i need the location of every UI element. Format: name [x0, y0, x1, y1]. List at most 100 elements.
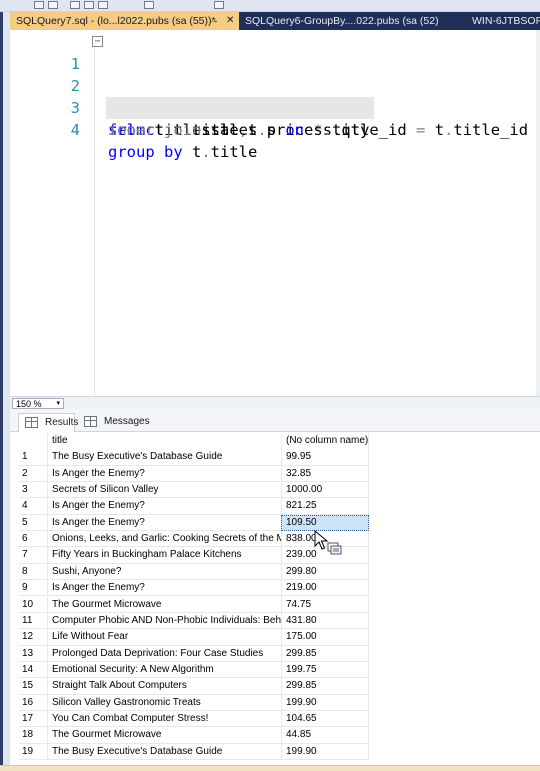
cell-value[interactable]: 1000.00: [281, 482, 369, 499]
cell-title[interactable]: Is Anger the Enemy?: [47, 514, 281, 531]
cell-value[interactable]: 199.90: [281, 694, 369, 711]
cell-title[interactable]: The Busy Executive's Database Guide: [47, 449, 281, 466]
cell-title[interactable]: Prolonged Data Deprivation: Four Case St…: [47, 645, 281, 662]
cell-title[interactable]: Fifty Years in Buckingham Palace Kitchen…: [47, 547, 281, 564]
table-row[interactable]: 14 Emotional Security: A New Algorithm 199…: [19, 661, 369, 679]
table-row[interactable]: 13 Prolonged Data Deprivation: Four Case …: [19, 645, 369, 662]
table-row[interactable]: 8 Sushi, Anyone? 299.80: [19, 563, 369, 581]
cell-title[interactable]: Secrets of Silicon Valley: [47, 482, 281, 499]
code-line[interactable]: 3 inner join sales s on s.title_id = t.t…: [10, 75, 540, 139]
cell-title[interactable]: The Busy Executive's Database Guide: [47, 743, 281, 760]
table-row[interactable]: 17 You Can Combat Computer Stress! 104.65: [19, 710, 369, 728]
cell-title[interactable]: The Gourmet Microwave: [47, 727, 281, 744]
grid-header-row: title (No column name): [19, 433, 369, 450]
cell-title[interactable]: Life Without Fear: [47, 629, 281, 646]
cell-title[interactable]: You Can Combat Computer Stress!: [47, 710, 281, 727]
table-row[interactable]: 15 Straight Talk About Computers 299.85: [19, 678, 369, 695]
table-row[interactable]: 12 Life Without Fear 175.00: [19, 629, 369, 646]
row-number[interactable]: 11: [19, 613, 47, 629]
row-number[interactable]: 5: [19, 515, 47, 531]
tab-sqlquery7[interactable]: SQLQuery7.sql - (lo...l2022.pubs (sa (55…: [10, 12, 239, 30]
query-editor[interactable]: 1 − select t.title,t.price*s.qty 2 from …: [10, 30, 540, 396]
row-number[interactable]: 4: [19, 498, 47, 514]
code-line[interactable]: 1 − select t.title,t.price*s.qty: [10, 31, 540, 139]
cell-value[interactable]: 199.90: [281, 743, 369, 760]
tab-sqlquery6-groupby[interactable]: SQLQuery6-GroupBy....022.pubs (sa (52)): [239, 12, 439, 30]
cell-value[interactable]: 104.65: [281, 710, 369, 727]
cell-title[interactable]: Onions, Leeks, and Garlic: Cooking Secre…: [47, 531, 281, 548]
toolbar-button-icon[interactable]: [98, 1, 108, 9]
pin-icon[interactable]: →: [209, 12, 219, 30]
table-row[interactable]: 19 The Busy Executive's Database Guide 199…: [19, 743, 369, 760]
toolbar-button-icon[interactable]: [144, 1, 154, 9]
table-row[interactable]: 3 Secrets of Silicon Valley 1000.00: [19, 482, 369, 499]
table-row[interactable]: 4 Is Anger the Enemy? 821.25: [19, 498, 369, 515]
zoom-select[interactable]: 150 % ▾: [12, 398, 64, 409]
row-number[interactable]: 1: [19, 449, 47, 465]
row-number[interactable]: 16: [19, 695, 47, 711]
cell-title[interactable]: Computer Phobic AND Non-Phobic Individua…: [47, 612, 281, 629]
cell-title[interactable]: Is Anger the Enemy?: [47, 580, 281, 597]
cell-value[interactable]: 44.85: [281, 727, 369, 744]
cell-value[interactable]: 299.85: [281, 645, 369, 662]
chevron-down-icon[interactable]: ▾: [56, 399, 60, 409]
table-row[interactable]: 9 Is Anger the Enemy? 219.00: [19, 580, 369, 597]
cell-value[interactable]: 32.85: [281, 465, 369, 482]
toolbar-button-icon[interactable]: [214, 1, 224, 9]
cell-value[interactable]: 74.75: [281, 596, 369, 613]
cell-title[interactable]: Is Anger the Enemy?: [47, 465, 281, 482]
table-row[interactable]: 10 The Gourmet Microwave 74.75: [19, 596, 369, 613]
row-number[interactable]: 13: [19, 646, 47, 662]
table-row[interactable]: 5 Is Anger the Enemy? 109.50: [19, 514, 369, 532]
collapse-icon[interactable]: −: [92, 36, 103, 47]
table-row[interactable]: 1 The Busy Executive's Database Guide 99.9…: [19, 449, 369, 466]
code-line[interactable]: 2 from titles t: [10, 53, 540, 139]
row-number[interactable]: 12: [19, 629, 47, 645]
table-row[interactable]: 11 Computer Phobic AND Non-Phobic Individ…: [19, 612, 369, 630]
row-number[interactable]: 18: [19, 727, 47, 743]
code-line[interactable]: 4 group by t.title: [10, 97, 540, 161]
toolbar-button-icon[interactable]: [84, 1, 94, 9]
table-row[interactable]: 2 Is Anger the Enemy? 32.85: [19, 465, 369, 483]
row-number[interactable]: 15: [19, 678, 47, 694]
close-icon[interactable]: ✕: [226, 12, 234, 30]
cell-value[interactable]: 821.25: [281, 498, 369, 515]
cell-value[interactable]: 199.75: [281, 661, 369, 678]
cell-title[interactable]: Sushi, Anyone?: [47, 563, 281, 580]
cell-title[interactable]: The Gourmet Microwave: [47, 596, 281, 613]
row-number[interactable]: 7: [19, 547, 47, 563]
cell-value[interactable]: 99.95: [281, 449, 369, 466]
cell-title[interactable]: Is Anger the Enemy?: [47, 498, 281, 515]
line-number: 4: [70, 121, 80, 139]
column-header-value[interactable]: (No column name): [281, 433, 369, 449]
cell-value[interactable]: 431.80: [281, 612, 369, 629]
tab-server-name[interactable]: WIN-6JTBSOPD: [466, 12, 540, 30]
row-number[interactable]: 9: [19, 580, 47, 596]
tab-messages[interactable]: Messages: [78, 413, 154, 432]
row-number[interactable]: 8: [19, 564, 47, 580]
cell-title[interactable]: Emotional Security: A New Algorithm: [47, 661, 281, 678]
toolbar-button-icon[interactable]: [34, 1, 44, 9]
row-number[interactable]: 10: [19, 597, 47, 613]
cell-value[interactable]: 219.00: [281, 580, 369, 597]
cell-value-selected[interactable]: 109.50: [281, 514, 369, 531]
cell-title[interactable]: Straight Talk About Computers: [47, 678, 281, 695]
results-grid[interactable]: title (No column name) 1 The Busy Executi…: [19, 433, 369, 760]
table-row[interactable]: 18 The Gourmet Microwave 44.85: [19, 727, 369, 744]
row-number[interactable]: 19: [19, 744, 47, 760]
cell-value[interactable]: 299.85: [281, 678, 369, 695]
row-number[interactable]: 6: [19, 531, 47, 547]
cell-title[interactable]: Silicon Valley Gastronomic Treats: [47, 694, 281, 711]
toolbar-button-icon[interactable]: [70, 1, 80, 9]
row-number[interactable]: 3: [19, 482, 47, 498]
editor-scrollbar[interactable]: [536, 30, 540, 396]
toolbar-button-icon[interactable]: [48, 1, 58, 9]
column-header-title[interactable]: title: [47, 433, 281, 449]
row-number[interactable]: 14: [19, 662, 47, 678]
row-number[interactable]: 17: [19, 711, 47, 727]
cell-value[interactable]: 299.80: [281, 563, 369, 580]
tab-results[interactable]: Results: [18, 413, 78, 432]
table-row[interactable]: 16 Silicon Valley Gastronomic Treats 199.9…: [19, 694, 369, 711]
row-number[interactable]: 2: [19, 466, 47, 482]
cell-value[interactable]: 175.00: [281, 629, 369, 646]
